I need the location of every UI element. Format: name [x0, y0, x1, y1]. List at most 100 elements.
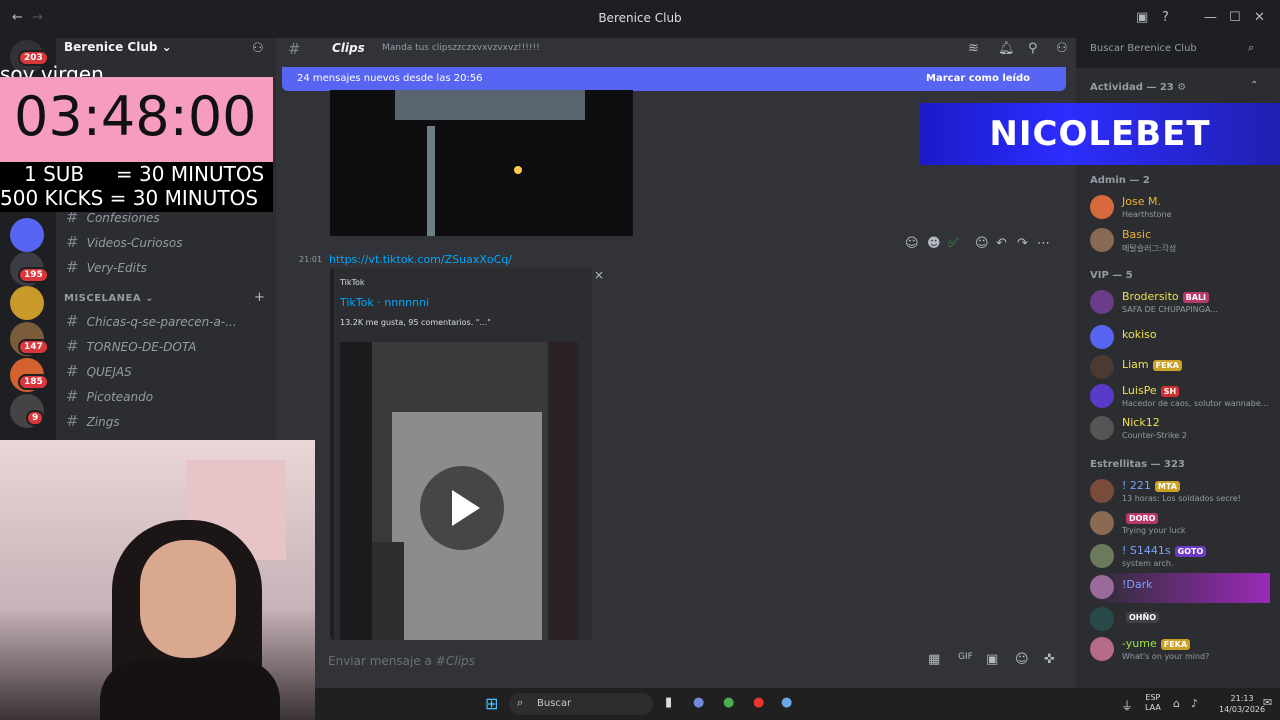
- search-input[interactable]: Buscar Berenice Club: [1084, 40, 1268, 58]
- reaction-icon[interactable]: ☺: [905, 236, 919, 251]
- avatar: [1090, 607, 1114, 631]
- notification-icon[interactable]: ✉: [1263, 696, 1272, 709]
- more-icon[interactable]: ⋯: [1037, 236, 1050, 251]
- tiktok-video[interactable]: [340, 342, 578, 640]
- emoji-icon[interactable]: ☺: [1015, 652, 1029, 667]
- member-item[interactable]: Basic 메탈슬러그:각성: [1090, 226, 1270, 256]
- member-item[interactable]: -yume FEKA What's on your mind?: [1090, 635, 1270, 665]
- server-icon[interactable]: [10, 286, 44, 320]
- inbox-icon[interactable]: ▣: [1136, 10, 1148, 25]
- member-item[interactable]: Brodersito BALI SAFA DE CHUPAPINGA...: [1090, 288, 1270, 318]
- avatar: [1090, 416, 1114, 440]
- member-list-icon[interactable]: ⚇: [1056, 41, 1068, 56]
- play-icon[interactable]: [420, 466, 504, 550]
- channel-item[interactable]: # Videos-Curiosos: [66, 233, 182, 251]
- member-item[interactable]: OHÑO: [1090, 605, 1270, 635]
- channel-item[interactable]: # Chicas-q-se-parecen-a-...: [66, 312, 237, 330]
- avatar: [1090, 228, 1114, 252]
- server-badge: 147: [18, 339, 49, 355]
- search-icon: ⌕: [1248, 41, 1255, 54]
- member-item[interactable]: !Dark: [1090, 573, 1270, 603]
- member-item[interactable]: Jose M. Hearthstone: [1090, 193, 1270, 223]
- channel-item[interactable]: # Picoteando: [66, 387, 153, 405]
- member-item[interactable]: Liam FEKA: [1090, 353, 1270, 383]
- apps-icon[interactable]: ✜: [1044, 652, 1055, 667]
- language-indicator[interactable]: ESP LAA: [1145, 693, 1161, 713]
- pin-icon[interactable]: ⚲: [1028, 41, 1038, 56]
- check-reaction-icon[interactable]: ✅︎: [948, 236, 959, 251]
- member-item[interactable]: ! S1441s GOTO system arch.: [1090, 542, 1270, 572]
- window-title: Berenice Club: [598, 11, 682, 25]
- admin-header: Admin — 2: [1090, 175, 1150, 186]
- message-composer[interactable]: Enviar mensaje a # Clips ▦ GIF ▣ ☺ ✜: [318, 646, 1066, 676]
- member-item[interactable]: ! 221 MTA 13 horas: Los soldados secre!: [1090, 477, 1270, 507]
- steam-taskbar-icon[interactable]: ●: [781, 695, 792, 710]
- member-item[interactable]: Nick12 Counter-Strike 2: [1090, 414, 1270, 444]
- channel-hash-icon: #: [288, 40, 301, 58]
- embed-description: 13.2K me gusta, 95 comentarios. "...": [340, 318, 491, 327]
- sponsor-banner: NICOLEBET: [920, 103, 1280, 165]
- timer-value: 03:48:00: [14, 85, 257, 148]
- member-item[interactable]: kokiso: [1090, 323, 1270, 353]
- bell-icon[interactable]: 🔔︎: [998, 41, 1015, 56]
- obs-taskbar-icon[interactable]: ●: [753, 695, 764, 710]
- clock[interactable]: 21:13 14/03/2026: [1219, 693, 1265, 715]
- estrellitas-header: Estrellitas — 323: [1090, 459, 1185, 470]
- message-link[interactable]: https://vt.tiktok.com/ZSuaxXoCq/: [329, 253, 512, 266]
- avatar: [1090, 637, 1114, 661]
- add-member-icon[interactable]: ⚇: [252, 41, 264, 56]
- help-icon[interactable]: ?: [1162, 10, 1169, 25]
- activity-header[interactable]: Actividad — 23 ⚙: [1090, 82, 1186, 93]
- server-badge: 185: [18, 374, 49, 390]
- new-messages-bar[interactable]: 24 mensajes nuevos desde las 20:56 Marca…: [282, 67, 1066, 91]
- threads-icon[interactable]: ≋: [968, 41, 979, 56]
- channel-item[interactable]: # Very-Edits: [66, 258, 147, 276]
- embed-close-icon[interactable]: ×: [594, 268, 604, 282]
- gif-icon[interactable]: GIF: [958, 652, 973, 662]
- server-name[interactable]: Berenice Club ⌄: [64, 40, 172, 54]
- sticker-icon[interactable]: ▣: [986, 652, 998, 667]
- category-header[interactable]: MISCELANEA ⌄: [64, 293, 154, 304]
- mic-icon[interactable]: ⏚: [1121, 697, 1133, 714]
- chrome-taskbar-icon[interactable]: ●: [723, 695, 734, 710]
- avatar: [1090, 544, 1114, 568]
- collapse-icon[interactable]: ⌃: [1250, 80, 1258, 91]
- taskview-icon[interactable]: ▮: [665, 695, 672, 710]
- embed-provider: TikTok: [340, 278, 365, 287]
- discord-taskbar-icon[interactable]: ●: [693, 695, 704, 710]
- add-reaction-icon[interactable]: ☺: [975, 236, 989, 251]
- server-icon[interactable]: [10, 218, 44, 252]
- gift-icon[interactable]: ▦: [928, 652, 940, 667]
- channel-item[interactable]: # Zings: [66, 412, 120, 430]
- avatar: [1090, 511, 1114, 535]
- taskbar: ⊞ ⌕ Buscar ▮ ● ● ● ● ⏚ ESP LAA ⌂ ♪ 21:13 1…: [315, 688, 1280, 720]
- title-bar: ← → Berenice Club ▣ ? — ☐ ✕: [0, 0, 1280, 38]
- minimize-icon[interactable]: —: [1204, 10, 1217, 25]
- reply-icon[interactable]: ↶: [996, 236, 1007, 251]
- add-channel-icon[interactable]: +: [254, 290, 265, 305]
- embed-title[interactable]: TikTok · nnnnnni: [340, 296, 429, 309]
- avatar: [1090, 384, 1114, 408]
- windows-start-icon[interactable]: ⊞: [485, 694, 498, 713]
- avatar: [1090, 355, 1114, 379]
- reaction-icon[interactable]: ☻: [927, 236, 941, 251]
- webcam-overlay: [0, 440, 315, 720]
- video-thumbnail[interactable]: [330, 90, 633, 236]
- maximize-icon[interactable]: ☐: [1229, 10, 1241, 25]
- overlay-top-text: soy virgen: [0, 64, 104, 78]
- network-icon[interactable]: ⌂: [1173, 697, 1180, 710]
- channel-topic: Manda tus clipszzczxvxvzvxvz!!!!!!: [382, 43, 540, 53]
- member-item[interactable]: DORO Trying your luck: [1090, 509, 1270, 539]
- vip-header: VIP — 5: [1090, 270, 1133, 281]
- channel-name: Clips: [332, 41, 365, 55]
- channel-item[interactable]: # QUEJAS: [66, 362, 132, 380]
- close-icon[interactable]: ✕: [1254, 10, 1265, 25]
- server-badge: 9: [26, 410, 45, 426]
- member-item[interactable]: LuisPe SH Hacedor de caos, solutor wannabe…: [1090, 382, 1270, 412]
- server-badge: 195: [18, 267, 49, 283]
- forward-icon[interactable]: ↷: [1017, 236, 1028, 251]
- channel-item[interactable]: # TORNEO-DE-DOTA: [66, 337, 196, 355]
- volume-icon[interactable]: ♪: [1191, 697, 1198, 710]
- mark-read-button[interactable]: Marcar como leído: [926, 73, 1030, 84]
- taskbar-search[interactable]: ⌕ Buscar: [509, 693, 653, 715]
